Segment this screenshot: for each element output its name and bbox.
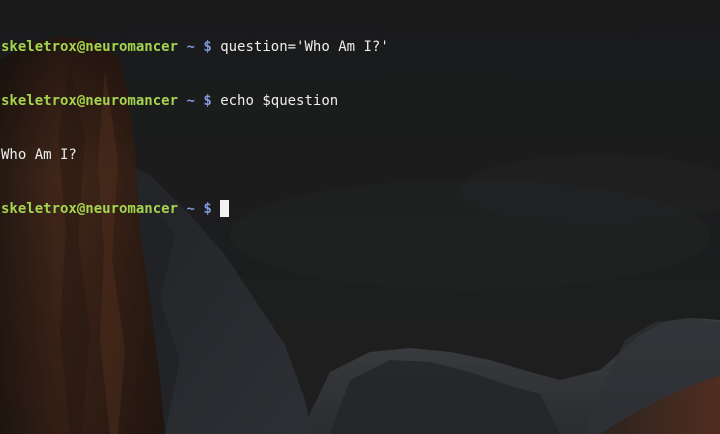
prompt-symbol: $ [203,39,212,55]
terminal-line: skeletrox@neuromancer ~ $ echo $question [1,92,720,110]
prompt-user-host: skeletrox@neuromancer [1,201,179,217]
text-cursor [220,200,230,217]
terminal-line: Who Am I? [1,146,720,164]
prompt-path: ~ [186,93,195,109]
prompt-user-host: skeletrox@neuromancer [1,39,179,55]
prompt-user-host: skeletrox@neuromancer [1,93,179,109]
terminal-line: skeletrox@neuromancer ~ $ [1,200,720,218]
output-text: Who Am I? [1,147,77,163]
command-text: echo $question [220,93,339,109]
terminal-line: skeletrox@neuromancer ~ $ question='Who … [1,38,720,56]
terminal-output[interactable]: skeletrox@neuromancer ~ $ question='Who … [1,2,720,254]
command-text: question='Who Am I?' [220,39,389,55]
prompt-symbol: $ [203,93,212,109]
prompt-path: ~ [186,201,195,217]
terminal-window[interactable]: skeletrox@neuromancer ~ $ question='Who … [0,0,720,434]
prompt-symbol: $ [203,201,212,217]
prompt-path: ~ [186,39,195,55]
